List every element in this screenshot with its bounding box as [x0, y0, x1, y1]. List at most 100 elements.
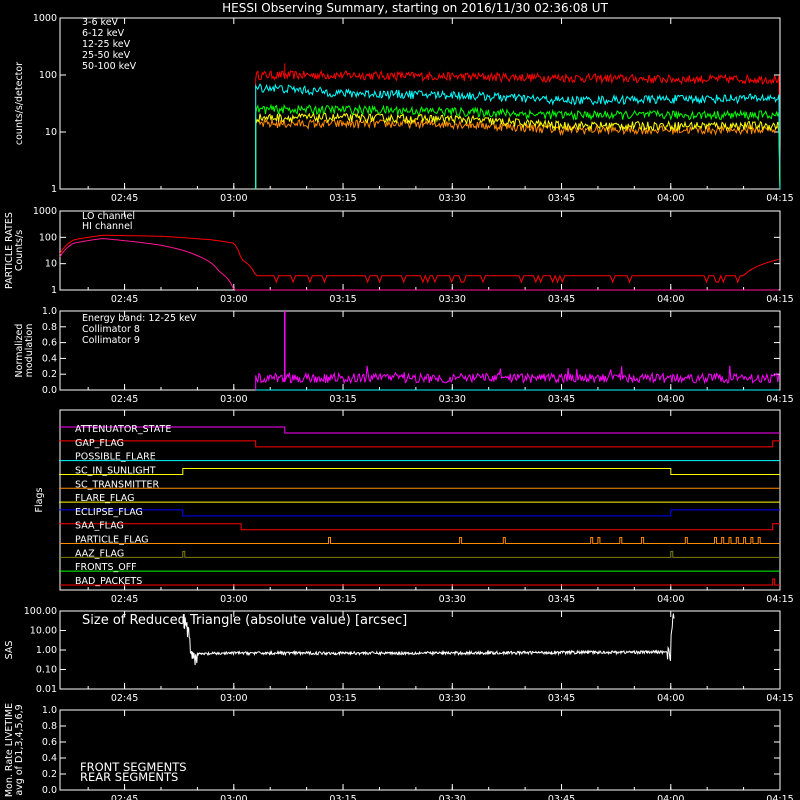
flag-line-gap-flag — [59, 440, 780, 448]
x-tick-label: 02:45 — [111, 794, 138, 800]
panel-4: 02:45 03:00 03:15 03:30 03:45 04:00 04:15 Flags… — [34, 409, 794, 605]
flag-line-sc-in-sunlight — [59, 467, 780, 475]
x-tick-label: 03:00 — [220, 394, 247, 405]
legend-entry: HI channel — [82, 221, 133, 232]
x-tick-label: 03:15 — [329, 794, 356, 800]
flag-line-saa-flag — [59, 523, 780, 531]
x-tick-label: 03:15 — [329, 594, 356, 605]
legend-entry: 12-25 keV — [82, 39, 131, 50]
flag-line-bad-packets — [60, 578, 780, 586]
x-tick-label: 04:00 — [657, 394, 684, 405]
flag-label: SAA_FLAG — [75, 521, 124, 532]
y-tick-label: 0.6 — [42, 338, 57, 349]
legend-entry: REAR SEGMENTS — [80, 770, 178, 784]
y-tick-label: 1.0 — [42, 705, 57, 716]
x-tick-label: 04:15 — [766, 394, 793, 405]
y-tick-label: 1.00 — [36, 645, 57, 656]
flag-label: AAZ_FLAG — [75, 548, 124, 559]
flag-label: POSSIBLE_FLARE — [75, 452, 156, 463]
x-tick-label: 04:15 — [766, 294, 793, 305]
y-tick-label: 1.0 — [42, 306, 57, 317]
x-tick-label: 03:45 — [548, 294, 575, 305]
panel-2: 02:45 03:00 03:15 03:30 03:45 04:00 04:15 1 10 10… — [4, 206, 794, 305]
flag-label: ECLIPSE_FLAG — [75, 507, 143, 518]
series-line-6-12-keV — [255, 117, 781, 190]
y-axis-label: Counts/s — [14, 230, 25, 271]
legend-entry: Collimator 9 — [82, 335, 140, 346]
x-tick-label: 03:00 — [220, 193, 247, 204]
x-tick-label: 04:00 — [657, 794, 684, 800]
x-tick-label: 03:15 — [329, 294, 356, 305]
x-tick-label: 03:15 — [329, 693, 356, 704]
y-axis-label: SAS — [4, 641, 15, 660]
panel-frame — [59, 210, 781, 291]
legend-entry: 25-50 keV — [82, 50, 131, 61]
y-tick-label: 1000 — [33, 206, 57, 217]
legend-entry: Collimator 8 — [82, 324, 140, 335]
flag-line-particle-flag — [60, 537, 780, 545]
x-tick-label: 03:30 — [439, 693, 466, 704]
panel-1: 02:45 03:00 03:15 03:30 03:45 04:00 04:15 1 10 10… — [14, 13, 794, 204]
y-tick-label: 0.2 — [42, 769, 57, 780]
y-tick-label: 10.00 — [30, 626, 57, 637]
y-tick-label: 100.00 — [24, 606, 57, 617]
x-tick-label: 04:15 — [766, 794, 793, 800]
x-tick-label: 03:15 — [329, 394, 356, 405]
y-tick-label: 1 — [51, 285, 57, 296]
x-tick-label: 02:45 — [111, 294, 138, 305]
y-tick-label: 0.4 — [42, 753, 57, 764]
panel-3: 02:45 03:00 03:15 03:30 03:45 04:00 04:15 0.0 0.… — [14, 306, 794, 405]
x-tick-label: 03:00 — [220, 794, 247, 800]
y-tick-label: 0.8 — [42, 721, 57, 732]
y-tick-label: 0.0 — [42, 785, 57, 796]
x-tick-label: 04:15 — [766, 594, 793, 605]
sas-annotation: Size of Reduced Triangle (absolute value… — [82, 613, 407, 628]
panel-frame — [59, 17, 781, 190]
flag-label: FLARE_FLAG — [75, 493, 135, 504]
x-tick-label: 03:30 — [439, 294, 466, 305]
flag-label: SC_IN_SUNLIGHT — [75, 465, 156, 476]
y-tick-label: 1 — [51, 184, 57, 195]
flag-label: PARTICLE_FLAG — [75, 535, 148, 546]
y-tick-label: 10 — [45, 127, 57, 138]
x-tick-label: 02:45 — [111, 193, 138, 204]
series-line-LO-channel — [59, 234, 779, 284]
x-tick-label: 02:45 — [111, 394, 138, 405]
panel-6: 02:45 03:00 03:15 03:30 03:45 04:00 04:15 0.0 0.… — [4, 703, 794, 800]
series-line-50-100-keV — [255, 83, 781, 190]
flag-label: BAD_PACKETS — [75, 576, 142, 587]
x-tick-label: 03:00 — [220, 693, 247, 704]
panel-5: 02:45 03:00 03:15 03:30 03:45 04:00 04:15 0.01 0… — [4, 606, 794, 704]
series-line-Collimator-9 — [255, 365, 780, 390]
y-tick-label: 0.0 — [42, 385, 57, 396]
x-tick-label: 04:15 — [766, 193, 793, 204]
x-tick-label: 04:00 — [657, 193, 684, 204]
x-tick-label: 02:45 — [111, 594, 138, 605]
x-tick-label: 03:15 — [329, 193, 356, 204]
observing-summary: 02:45 03:00 03:15 03:30 03:45 04:00 04:15 1 10 10… — [0, 0, 800, 800]
y-tick-label: 10 — [45, 259, 57, 270]
x-tick-label: 04:00 — [657, 693, 684, 704]
series-line-HI-channel — [59, 238, 779, 291]
x-tick-label: 04:15 — [766, 693, 793, 704]
y-tick-label: 0.2 — [42, 369, 57, 380]
hessi-summary-chart: 02:45 03:00 03:15 03:30 03:45 04:00 04:1511010… — [4, 1, 794, 800]
x-tick-label: 03:30 — [439, 394, 466, 405]
x-tick-label: 03:30 — [439, 193, 466, 204]
x-tick-label: 03:45 — [548, 693, 575, 704]
chart-title: HESSI Observing Summary, starting on 201… — [222, 1, 608, 15]
flag-label: GAP_FLAG — [75, 438, 124, 449]
legend-entry: 50-100 keV — [82, 61, 137, 72]
x-tick-label: 03:45 — [548, 394, 575, 405]
y-tick-label: 100 — [39, 70, 57, 81]
legend-entry: 3-6 keV — [82, 17, 119, 28]
x-tick-label: 03:00 — [220, 294, 247, 305]
x-tick-label: 04:00 — [657, 294, 684, 305]
x-tick-label: 03:45 — [548, 794, 575, 800]
flag-label: SC_TRANSMITTER — [75, 479, 160, 490]
energy-band-label: Energy band: 12-25 keV — [82, 313, 197, 324]
x-tick-label: 04:00 — [657, 594, 684, 605]
x-tick-label: 03:30 — [439, 594, 466, 605]
y-tick-label: 0.10 — [36, 665, 57, 676]
y-axis-label: counts/s/detector — [14, 62, 25, 145]
